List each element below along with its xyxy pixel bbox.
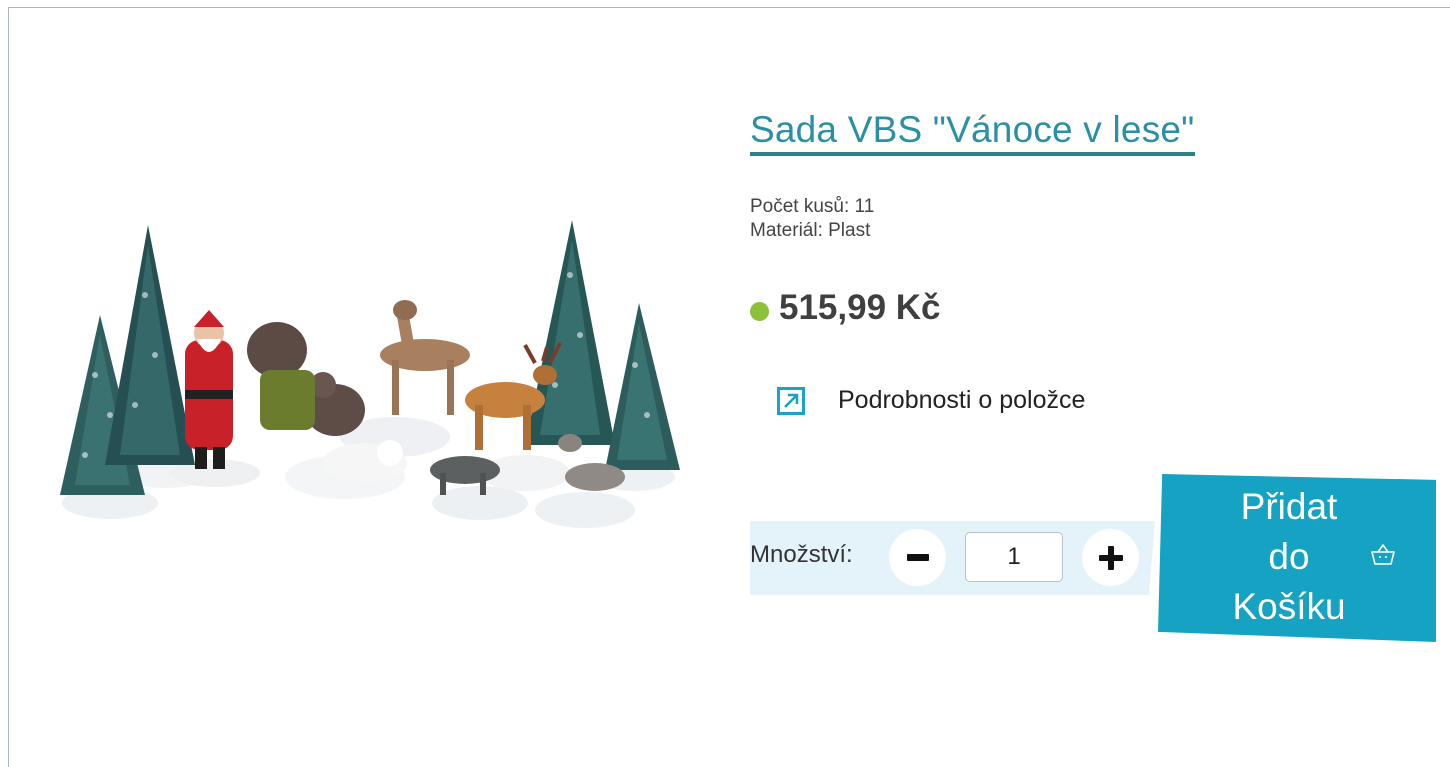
product-specs: Počet kusů: 11 Materiál: Plast xyxy=(750,195,874,243)
price-row: 515,99 Kč xyxy=(750,288,941,328)
product-title-link[interactable]: Sada VBS "Vánoce v lese" xyxy=(750,108,1195,156)
item-details-label: Podrobnosti o položce xyxy=(838,386,1086,414)
external-link-icon xyxy=(777,386,805,415)
quantity-input[interactable] xyxy=(965,532,1063,582)
product-price: 515,99 Kč xyxy=(779,288,941,327)
spec-piece-count: Počet kusů: 11 xyxy=(750,196,875,217)
quantity-decrease-button[interactable] xyxy=(889,529,946,586)
quantity-increase-button[interactable] xyxy=(1082,529,1139,586)
item-details-link[interactable]: Podrobnosti o položce xyxy=(777,386,1085,415)
availability-dot xyxy=(750,301,769,321)
product-image[interactable] xyxy=(55,215,705,535)
basket-icon xyxy=(1371,544,1395,565)
add-to-cart-button[interactable]: Přidat do Košíku xyxy=(1158,474,1436,642)
quantity-label: Množství: xyxy=(750,541,853,568)
spec-material: Materiál: Plast xyxy=(750,220,871,241)
plus-icon xyxy=(1098,545,1123,570)
minus-icon xyxy=(906,554,929,561)
